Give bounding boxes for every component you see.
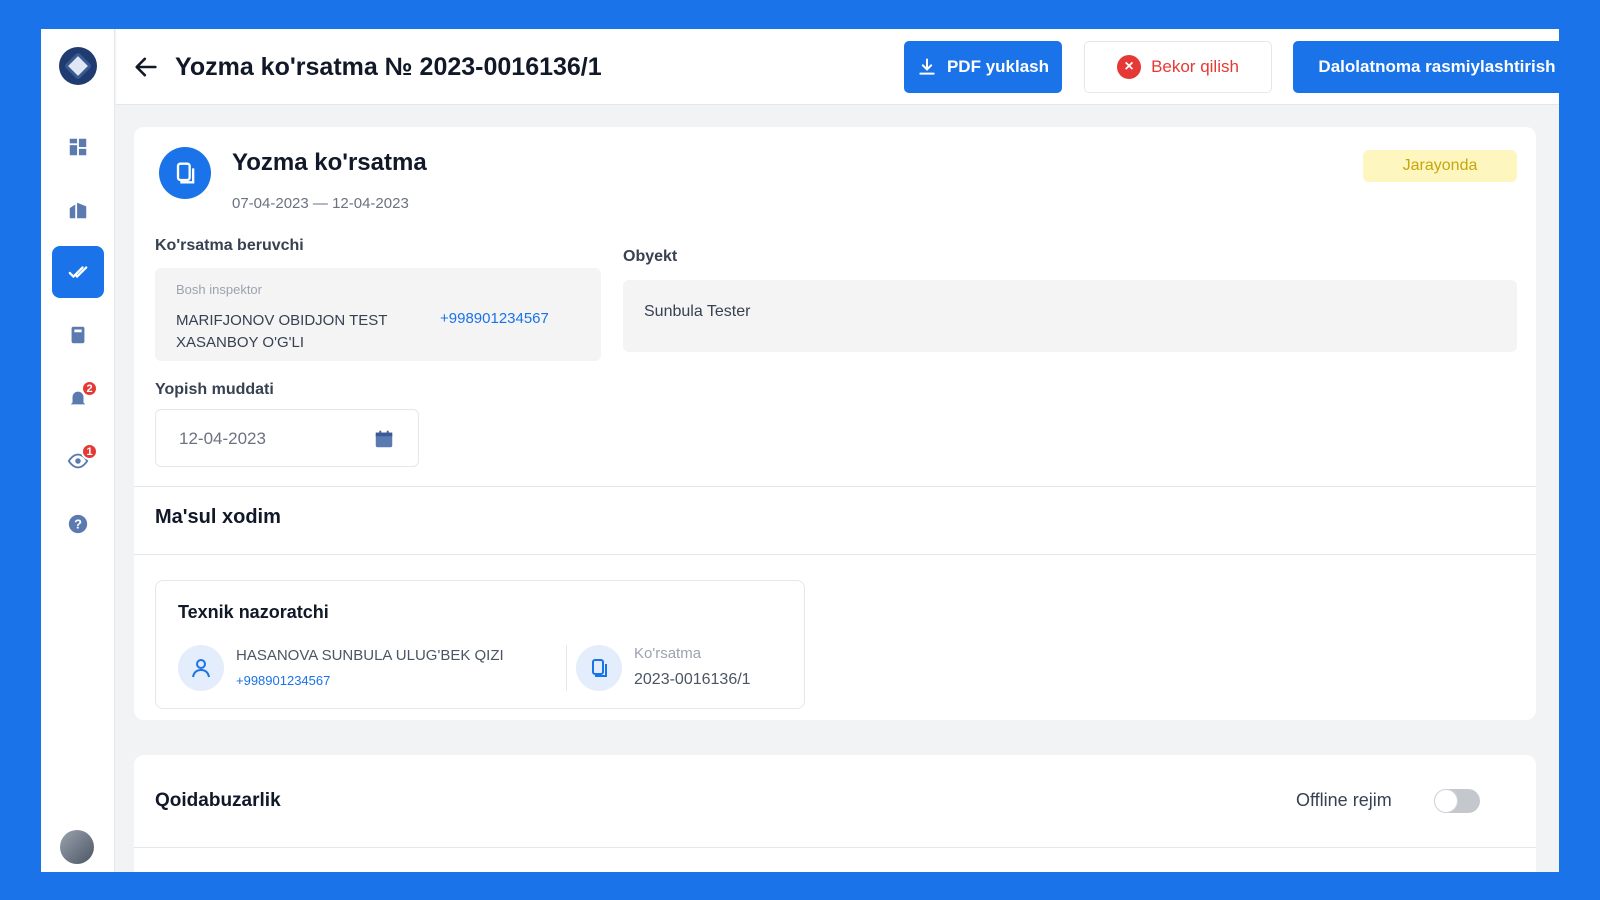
cancel-button[interactable]: × Bekor qilish: [1084, 41, 1272, 93]
issuer-name: MARIFJONOV OBIDJON TEST XASANBOY O'G'LI: [176, 312, 388, 351]
cancel-label: Bekor qilish: [1151, 57, 1239, 76]
offline-mode-label: Offline rejim: [1296, 790, 1392, 810]
help-icon: ?: [68, 514, 88, 534]
divider: [134, 554, 1536, 555]
check-icon: [68, 266, 88, 279]
sidebar: 2 1 ?: [41, 29, 115, 872]
document-title: Yozma ko'rsatma: [232, 149, 427, 176]
create-act-button[interactable]: Dalolatnoma rasmiylashtirish: [1293, 41, 1559, 93]
svg-text:?: ?: [74, 517, 82, 532]
page-title: Yozma ko'rsatma № 2023-0016136/1: [175, 53, 602, 81]
sidebar-item-tasks[interactable]: [52, 246, 104, 298]
issuer-phone[interactable]: +998901234567: [440, 310, 549, 327]
book-icon: [71, 326, 85, 344]
offline-mode-toggle[interactable]: [1434, 789, 1480, 813]
reference-value: 2023-0016136/1: [634, 671, 751, 688]
divider: [566, 645, 567, 691]
pdf-download-label: PDF yuklash: [946, 57, 1050, 76]
document-card: Yozma ko'rsatma 07-04-2023 — 12-04-2023 …: [134, 127, 1536, 720]
status-badge: Jarayonda: [1363, 150, 1517, 182]
object-label: Obyekt: [623, 248, 678, 265]
staff-role: Texnik nazoratchi: [178, 602, 329, 622]
deadline-date-value: 12-04-2023: [179, 429, 266, 448]
notifications-badge: 2: [81, 380, 98, 397]
staff-name: HASANOVA SUNBULA ULUG'BEK QIZI: [236, 647, 504, 664]
responsible-staff-card: Texnik nazoratchi HASANOVA SUNBULA ULUG'…: [155, 580, 805, 709]
app-logo[interactable]: [59, 47, 97, 85]
violations-card: Qoidabuzarlik Offline rejim: [134, 755, 1536, 872]
document-icon: [159, 147, 211, 199]
deadline-date-field[interactable]: 12-04-2023: [155, 409, 419, 467]
person-icon: [178, 645, 224, 691]
responsible-section-title: Ma'sul xodim: [155, 506, 281, 528]
issuer-label: Ko'rsatma beruvchi: [155, 237, 304, 254]
issuer-box: Bosh inspektor MARIFJONOV OBIDJON TEST X…: [155, 268, 601, 361]
buildings-icon: [69, 202, 87, 219]
document-dates: 07-04-2023 — 12-04-2023: [232, 195, 409, 212]
monitoring-badge: 1: [81, 443, 98, 460]
object-value: Sunbula Tester: [623, 280, 1517, 352]
close-icon: ×: [1117, 55, 1142, 79]
back-arrow-icon[interactable]: [132, 53, 160, 81]
create-act-label: Dalolatnoma rasmiylashtirish: [1318, 57, 1556, 76]
divider: [134, 486, 1536, 487]
app-window: 2 1 ? Yozma ko'rsatma № 2023-0016136/1 P…: [41, 29, 1559, 872]
pdf-download-button[interactable]: PDF yuklash: [904, 41, 1062, 93]
staff-phone[interactable]: +998901234567: [236, 673, 330, 688]
issuer-role: Bosh inspektor: [176, 282, 262, 297]
deadline-label: Yopish muddati: [155, 381, 274, 398]
sidebar-item-buildings[interactable]: [52, 184, 104, 236]
violations-section-title: Qoidabuzarlik: [155, 790, 281, 811]
sidebar-item-monitoring[interactable]: 1: [52, 435, 104, 487]
reference-label: Ko'rsatma: [634, 645, 702, 662]
document-icon: [576, 645, 622, 691]
sidebar-item-dashboard[interactable]: [52, 121, 104, 173]
dashboard-icon: [69, 138, 87, 156]
sidebar-item-book[interactable]: [52, 309, 104, 361]
download-icon: [919, 58, 935, 75]
sidebar-item-help[interactable]: ?: [52, 498, 104, 550]
toggle-knob: [1434, 789, 1458, 813]
sidebar-item-notifications[interactable]: 2: [52, 372, 104, 424]
topbar: Yozma ko'rsatma № 2023-0016136/1 PDF yuk…: [116, 29, 1559, 105]
divider: [134, 847, 1536, 848]
calendar-icon[interactable]: [373, 428, 395, 450]
user-avatar[interactable]: [60, 830, 94, 864]
